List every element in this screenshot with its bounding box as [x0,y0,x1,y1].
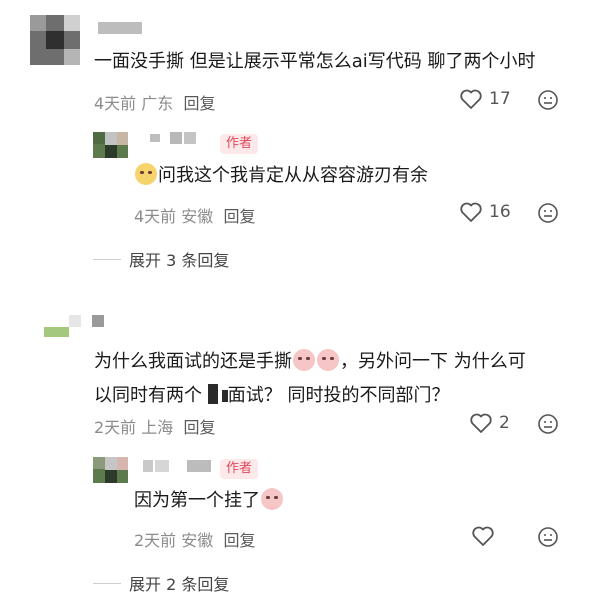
emoji-reaction-icon [538,90,558,110]
reply-meta: 4天前 安徽 回复 [134,203,255,227]
expand-label: 展开 3 条回复 [129,251,230,270]
comment-text: 一面没手撕 但是让展示平常怎么ai写代码 聊了两个小时 [94,51,536,72]
crying-emoji-icon [317,349,339,371]
comment-location: 上海 [141,418,174,437]
emoji-react-button[interactable] [537,89,559,115]
reply-avatar[interactable] [93,457,128,483]
reply-like-button[interactable]: 16 [459,201,511,223]
avatar[interactable] [44,315,104,339]
reply-reply-button[interactable]: 回复 [223,207,255,226]
emoji-reaction-icon [538,203,558,223]
reply-like-button[interactable] [471,525,495,547]
comment-time: 2天前 [94,418,137,437]
reply-location: 安徽 [181,207,214,226]
comment-time: 4天前 [94,94,137,113]
expand-label: 展开 2 条回复 [129,575,230,594]
reply-emoji-react-button[interactable] [537,526,559,552]
expand-replies-button[interactable]: 展开 3 条回复 [93,247,229,271]
heart-outline-icon [460,89,482,109]
heart-outline-icon [470,413,492,433]
reply-time: 2天前 [134,531,177,550]
reply-button[interactable]: 回复 [183,418,215,437]
crying-emoji-icon [293,349,315,371]
expand-replies-button[interactable]: 展开 2 条回复 [93,571,229,595]
reply-emoji-react-button[interactable] [537,202,559,228]
emoji-reaction-icon [538,414,558,434]
comment-text: 为什么我面试的还是手撕 ，另外问一下 为什么可 以同时有两个 面试？ 同时投的不同… [94,349,526,406]
like-button[interactable]: 17 [459,88,511,110]
username[interactable] [98,22,142,34]
reply-reply-button[interactable]: 回复 [223,531,255,550]
reply-time: 4天前 [134,207,177,226]
crying-emoji-icon [261,488,283,510]
like-count: 2 [499,413,510,433]
avatar[interactable] [30,15,80,65]
reply-text: 因为第一个挂了 [134,488,284,514]
emoji-icon [135,163,157,185]
like-button[interactable]: 2 [469,412,510,434]
reply-location: 安徽 [181,531,214,550]
reply-avatar[interactable] [93,132,128,158]
reply-text: 问我这个我肯定从从容容游刃有余 [134,163,428,189]
like-count: 17 [489,89,511,109]
comment-location: 广东 [141,94,174,113]
reply-meta: 2天前 安徽 回复 [134,527,255,551]
heart-outline-icon [472,526,494,546]
emoji-reaction-icon [538,527,558,547]
comment-meta: 4天前 广东 回复 [94,90,215,114]
author-badge: 作者 [220,459,259,479]
comment-meta: 2天前 上海 回复 [94,414,215,438]
emoji-react-button[interactable] [537,413,559,439]
author-badge: 作者 [220,134,259,154]
redaction-mark [207,384,218,404]
reply-like-count: 16 [489,202,511,222]
reply-button[interactable]: 回复 [183,94,215,113]
heart-outline-icon [460,202,482,222]
